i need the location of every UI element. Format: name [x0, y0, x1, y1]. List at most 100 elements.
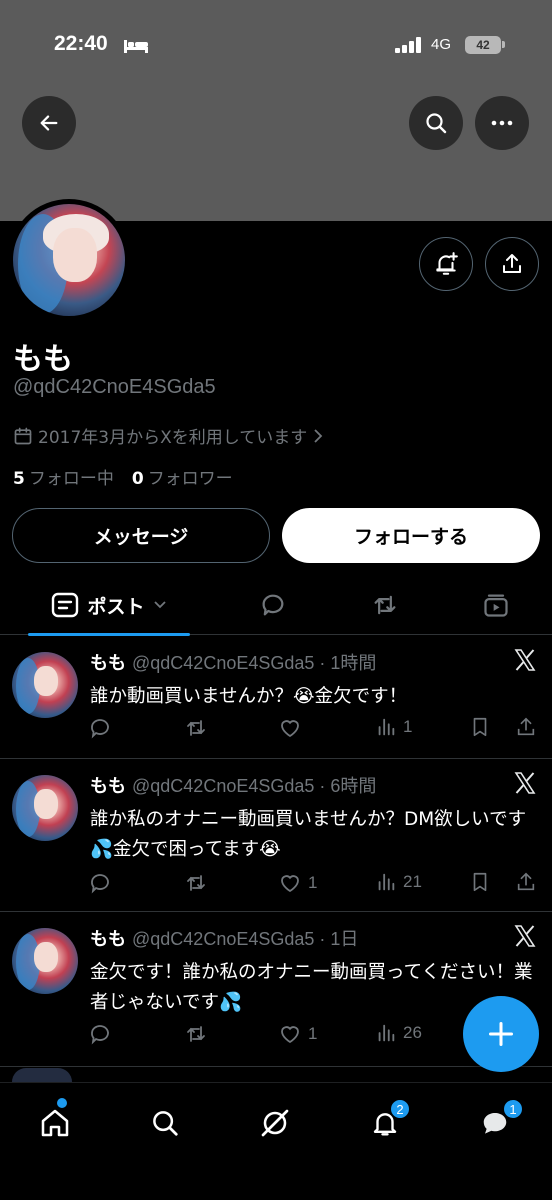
- post-author-name: もも: [90, 653, 126, 674]
- bookmark-icon: [473, 717, 487, 737]
- tab-posts[interactable]: ポスト: [28, 575, 190, 636]
- avatar-face: [34, 666, 58, 696]
- chevron-down-icon: [153, 601, 166, 609]
- repost-icon: [187, 1026, 205, 1042]
- posts-icon: [52, 592, 79, 618]
- follow-button[interactable]: フォローする: [282, 508, 540, 563]
- views-count: 21: [403, 872, 422, 891]
- like-icon: [281, 875, 299, 893]
- post-avatar[interactable]: [12, 928, 78, 994]
- home-icon: [41, 1109, 69, 1137]
- followers-link[interactable]: 0 フォロワー: [132, 464, 233, 489]
- followers-label: フォロワー: [147, 469, 233, 489]
- like-count: 1: [308, 873, 318, 892]
- search-icon: [426, 113, 447, 134]
- signal-icon: [395, 37, 421, 53]
- notifications-badge: 2: [390, 1099, 410, 1119]
- joined-text: 2017年3月からXを利用しています: [38, 428, 308, 448]
- avatar-face: [34, 789, 58, 819]
- followers-count: 0: [131, 469, 144, 489]
- tab-replies[interactable]: [243, 575, 303, 635]
- sleep-focus-icon: [124, 40, 148, 53]
- views-icon: [378, 718, 395, 736]
- reply-icon: [91, 719, 109, 739]
- x-logo-icon: [514, 925, 536, 947]
- post-author-name: もも: [90, 776, 126, 797]
- share-icon: [517, 872, 535, 891]
- views-button[interactable]: 1: [375, 716, 412, 738]
- post-avatar[interactable]: [12, 775, 78, 841]
- reply-button[interactable]: [88, 871, 118, 895]
- like-button[interactable]: 1: [278, 1022, 317, 1046]
- avatar-face: [34, 942, 58, 972]
- share-profile-button[interactable]: [485, 237, 539, 291]
- like-icon: [281, 720, 299, 738]
- post-text: 誰か私のオナニー動画買いませんか？DM欲しいです💦金欠で困ってます😭: [90, 809, 527, 860]
- like-button[interactable]: 1: [278, 871, 317, 895]
- post-author-name: もも: [90, 929, 126, 950]
- post-meta: もも @qdC42CnoE4SGda5 · 1時間: [90, 649, 376, 675]
- share-post-button[interactable]: [515, 716, 537, 738]
- nav-notifications[interactable]: 2: [363, 1099, 410, 1145]
- post-meta: もも @qdC42CnoE4SGda5 · 1日: [90, 925, 358, 951]
- notify-button[interactable]: [419, 237, 473, 291]
- media-icon: [484, 594, 508, 617]
- reply-icon: [91, 874, 109, 894]
- plus-icon: [488, 1021, 514, 1047]
- bookmark-button[interactable]: [469, 716, 491, 738]
- next-post-peek: [12, 1068, 72, 1082]
- repost-icon: [187, 720, 205, 736]
- nav-home[interactable]: [33, 1098, 77, 1145]
- search-button[interactable]: [409, 96, 463, 150]
- compose-post-button[interactable]: [463, 996, 539, 1072]
- post-avatar[interactable]: [12, 652, 78, 718]
- nav-search[interactable]: [143, 1101, 187, 1145]
- tab-reposts[interactable]: [355, 575, 415, 635]
- back-button[interactable]: [22, 96, 76, 150]
- more-button[interactable]: [475, 96, 529, 150]
- repost-button[interactable]: [184, 716, 214, 740]
- reply-button[interactable]: [88, 1022, 118, 1046]
- repost-button[interactable]: [184, 1022, 214, 1046]
- views-button[interactable]: 26: [375, 1022, 422, 1044]
- post-text: 誰か動画買いませんか？😭金欠です！: [90, 686, 408, 707]
- profile-display-name: もも: [13, 342, 73, 377]
- reply-icon: [262, 594, 284, 616]
- status-bar: 22:40 4G 42: [0, 0, 552, 90]
- x-logo-icon: [514, 772, 536, 794]
- message-button[interactable]: メッセージ: [12, 508, 270, 563]
- post-actions: 1 21: [88, 871, 540, 897]
- following-link[interactable]: 5 フォロー中: [13, 464, 114, 489]
- repost-icon: [374, 595, 396, 615]
- search-icon: [153, 1111, 178, 1136]
- calendar-icon: [14, 427, 32, 444]
- home-unread-dot: [57, 1098, 67, 1108]
- bell-plus-icon: [436, 252, 458, 275]
- views-count: 1: [403, 717, 413, 736]
- bookmark-button[interactable]: [469, 871, 491, 893]
- views-icon: [378, 1024, 395, 1042]
- following-count: 5: [13, 469, 25, 489]
- post-meta: もも @qdC42CnoE4SGda5 · 6時間: [90, 772, 376, 798]
- post-handle-time: @qdC42CnoE4SGda5 · 1日: [132, 929, 359, 949]
- joined-date[interactable]: 2017年3月からXを利用しています: [13, 423, 324, 448]
- post-handle-time: @qdC42CnoE4SGda5 · 6時間: [132, 776, 377, 796]
- like-button[interactable]: [278, 716, 308, 740]
- reply-icon: [91, 1025, 109, 1045]
- profile-avatar[interactable]: [8, 199, 130, 321]
- repost-button[interactable]: [184, 871, 214, 895]
- bottom-nav: 2 1: [0, 1082, 552, 1200]
- back-arrow-icon: [40, 115, 58, 131]
- reply-button[interactable]: [88, 716, 118, 740]
- battery-level: 42: [465, 36, 501, 54]
- bookmark-icon: [473, 872, 487, 892]
- repost-icon: [187, 875, 205, 891]
- nav-grok[interactable]: [253, 1101, 297, 1145]
- following-label: フォロー中: [28, 469, 114, 489]
- post-actions: 1: [88, 716, 540, 742]
- tab-media[interactable]: [466, 575, 526, 635]
- share-post-button[interactable]: [515, 871, 537, 893]
- like-count: 1: [308, 1024, 318, 1043]
- views-button[interactable]: 21: [375, 871, 422, 893]
- nav-messages[interactable]: 1: [473, 1099, 523, 1145]
